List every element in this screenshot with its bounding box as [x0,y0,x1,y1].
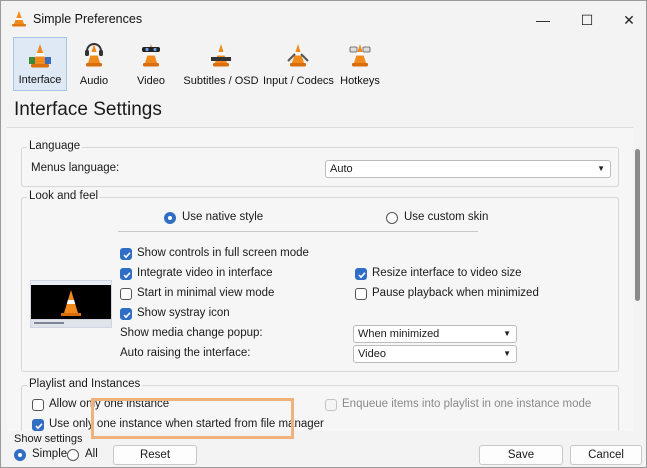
title-bar: Simple Preferences — ☐ ✕ [1,1,646,37]
pause-minimized-label[interactable]: Pause playback when minimized [372,287,539,299]
media-popup-value: When minimized [358,328,440,340]
tab-hotkeys[interactable]: Hotkeys [337,37,383,91]
use-one-instance-checkbox[interactable] [32,419,44,431]
custom-skin-label[interactable]: Use custom skin [404,211,488,223]
tab-label: Hotkeys [340,75,380,87]
start-minimal-checkbox[interactable] [120,288,132,300]
resize-interface-label[interactable]: Resize interface to video size [372,267,522,279]
chevron-down-icon: ▼ [503,329,511,338]
pause-minimized-checkbox[interactable] [355,288,367,300]
integrate-video-label[interactable]: Integrate video in interface [137,267,273,279]
scrollbar-thumb[interactable] [635,149,640,301]
chevron-down-icon: ▼ [597,164,605,173]
preferences-window: Simple Preferences — ☐ ✕ Interface Audio [0,0,647,468]
language-group-title: Language [27,140,83,152]
native-style-radio[interactable] [164,212,176,224]
interface-cone-icon [29,44,51,68]
playlist-group-title: Playlist and Instances [27,378,143,390]
auto-raise-select[interactable]: Video ▼ [353,345,517,363]
custom-skin-radio[interactable] [386,212,398,224]
save-button[interactable]: Save [479,445,563,465]
enqueue-checkbox[interactable] [325,399,337,411]
media-popup-label: Show media change popup: [120,327,263,339]
show-controls-checkbox[interactable] [120,248,132,260]
video-cone-icon [142,44,160,67]
divider [118,231,478,232]
menus-language-label: Menus language: [31,162,120,174]
menus-language-value: Auto [330,163,353,175]
input-codecs-cone-icon [287,44,309,67]
hotkeys-cone-icon [349,44,371,67]
show-systray-label[interactable]: Show systray icon [137,307,230,319]
tab-interface[interactable]: Interface [13,37,67,91]
all-radio[interactable] [67,449,79,461]
simple-label[interactable]: Simple [32,448,67,460]
settings-panel: Language Menus language: Auto ▼ Look and… [7,127,633,431]
tab-video[interactable]: Video [127,37,175,91]
minimize-button[interactable]: — [523,7,563,33]
tab-label: Audio [79,75,109,87]
start-minimal-label[interactable]: Start in minimal view mode [137,287,274,299]
allow-one-instance-label[interactable]: Allow only one instance [49,398,169,410]
tab-audio[interactable]: Audio [71,37,117,91]
audio-headphones-cone-icon [85,43,103,67]
media-popup-select[interactable]: When minimized ▼ [353,325,517,343]
interface-preview-image [30,280,112,328]
tab-label: Subtitles / OSD [183,75,259,87]
auto-raise-label: Auto raising the interface: [120,347,251,359]
show-settings-label: Show settings [14,433,83,445]
look-and-feel-group-title: Look and feel [27,190,101,202]
native-style-label[interactable]: Use native style [182,211,263,223]
tab-subtitles-osd[interactable]: Subtitles / OSD [183,37,259,91]
allow-one-instance-checkbox[interactable] [32,399,44,411]
use-one-instance-label[interactable]: Use only one instance when started from … [49,418,324,430]
maximize-button[interactable]: ☐ [567,7,607,33]
settings-scrollbar[interactable] [634,131,642,429]
vlc-logo-icon [12,11,26,27]
cancel-button[interactable]: Cancel [570,445,642,465]
tab-label: Interface [18,74,62,86]
subtitles-cone-icon [211,44,231,67]
page-title: Interface Settings [14,99,162,120]
close-button[interactable]: ✕ [609,7,646,33]
menus-language-select[interactable]: Auto ▼ [325,160,611,178]
chevron-down-icon: ▼ [503,349,511,358]
category-toolbar: Interface Audio Video Subtitles / OSD In… [1,37,646,93]
reset-preferences-button[interactable]: Reset Preferences [113,445,197,465]
tab-label: Video [137,75,165,87]
window-title: Simple Preferences [33,12,143,26]
simple-radio[interactable] [14,449,26,461]
resize-interface-checkbox[interactable] [355,268,367,280]
auto-raise-value: Video [358,348,386,360]
all-label[interactable]: All [85,448,98,460]
enqueue-label[interactable]: Enqueue items into playlist in one insta… [342,398,591,410]
integrate-video-checkbox[interactable] [120,268,132,280]
show-controls-label[interactable]: Show controls in full screen mode [137,247,309,259]
tab-label: Input / Codecs [263,75,334,87]
show-systray-checkbox[interactable] [120,308,132,320]
tab-input-codecs[interactable]: Input / Codecs [263,37,334,91]
